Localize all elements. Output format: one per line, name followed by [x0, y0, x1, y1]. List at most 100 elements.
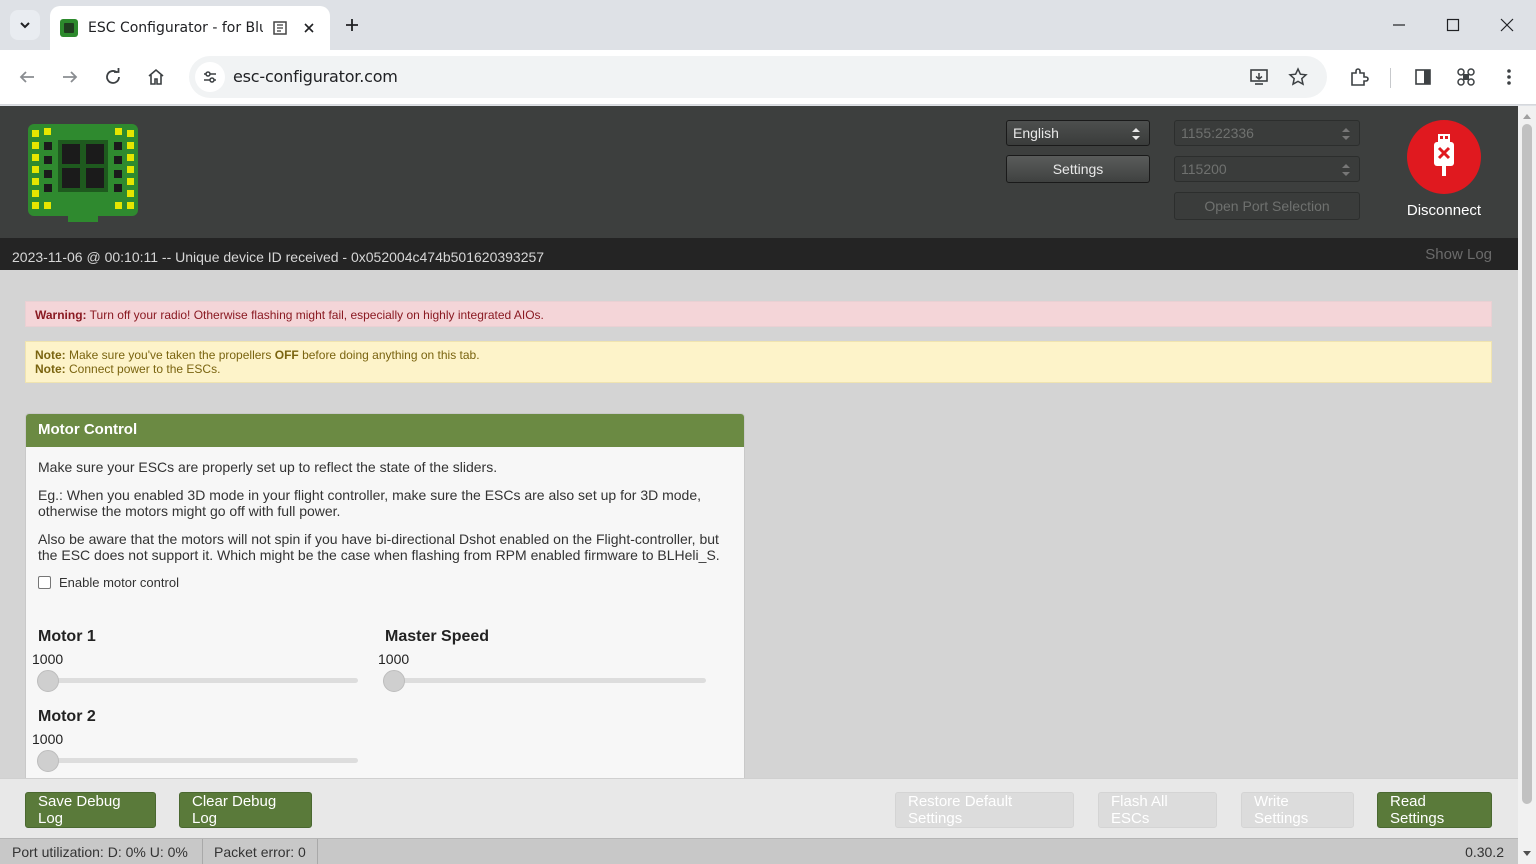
minimize-icon — [1393, 24, 1405, 26]
motor-info-1: Make sure your ESCs are properly set up … — [38, 459, 498, 475]
master-speed-label: Master Speed — [385, 628, 490, 645]
motor-control-panel: Motor Control Make sure your ESCs are pr… — [25, 413, 745, 793]
install-app-icon[interactable] — [1247, 65, 1271, 89]
disconnect-label: Disconnect — [1406, 202, 1482, 219]
note-label: Note: — [35, 348, 66, 362]
more-vertical-icon — [1507, 69, 1511, 85]
select-arrows-icon — [1132, 128, 1140, 140]
profile-button[interactable] — [1451, 62, 1481, 92]
port-value: 1155:22336 — [1181, 125, 1254, 141]
extensions-button[interactable] — [1344, 62, 1374, 92]
app-version: 0.30.2 — [1465, 844, 1504, 860]
motor-1-slider-handle[interactable] — [37, 670, 59, 692]
master-speed-slider-handle[interactable] — [383, 670, 405, 692]
port-select[interactable]: 1155:22336 — [1174, 120, 1360, 146]
scrollbar-thumb[interactable] — [1522, 124, 1532, 804]
enable-motor-control-checkbox[interactable] — [38, 576, 51, 589]
browser-tab[interactable]: ESC Configurator - for Blue — [50, 6, 330, 50]
arrow-right-icon — [63, 71, 78, 83]
browser-toolbar: esc-configurator.com — [0, 50, 1536, 105]
motor-2-slider-handle[interactable] — [37, 750, 59, 772]
note-emphasis: OFF — [274, 348, 299, 362]
close-window-button[interactable] — [1480, 0, 1534, 50]
enable-motor-control-label[interactable]: Enable motor control — [59, 575, 179, 590]
read-settings-button[interactable]: Read Settings — [1377, 792, 1492, 828]
address-bar[interactable]: esc-configurator.com — [189, 56, 1327, 98]
url-text[interactable]: esc-configurator.com — [233, 67, 398, 86]
last-log-message: 2023-11-06 @ 00:10:11 -- Unique device I… — [12, 249, 545, 265]
show-log-link[interactable]: Show Log — [1425, 246, 1492, 263]
write-settings-button[interactable]: Write Settings — [1241, 792, 1354, 828]
home-icon — [148, 68, 164, 85]
tab-close-icon[interactable] — [299, 18, 319, 38]
browser-menu-button[interactable] — [1494, 62, 1524, 92]
maximize-button[interactable] — [1426, 0, 1480, 50]
warning-label: Warning: — [35, 308, 87, 322]
select-arrows-icon — [1342, 164, 1350, 176]
tab-title: ESC Configurator - for Blue — [88, 20, 263, 36]
puzzle-icon — [1351, 68, 1369, 86]
note-line-1: Note: Make sure you've taken the propell… — [35, 348, 1482, 362]
maximize-icon — [1446, 18, 1460, 32]
disconnect-button[interactable] — [1407, 120, 1481, 194]
scroll-down-icon[interactable] — [1518, 846, 1536, 862]
toolbar-separator — [1390, 68, 1391, 88]
select-arrows-icon — [1342, 128, 1350, 140]
clear-debug-log-button[interactable]: Clear Debug Log — [179, 792, 312, 828]
enable-motor-control-row[interactable]: Enable motor control — [38, 575, 732, 590]
language-select[interactable]: English — [1006, 120, 1150, 146]
forward-button[interactable] — [55, 62, 85, 92]
usb-disconnect-icon — [1434, 134, 1454, 176]
site-settings-button[interactable] — [195, 62, 225, 92]
drone-icon — [1457, 68, 1475, 86]
arrow-left-icon — [19, 71, 34, 83]
tune-icon — [204, 71, 216, 83]
motor-info-3: Also be aware that the motors will not s… — [38, 531, 720, 563]
scroll-up-icon[interactable] — [1518, 108, 1536, 124]
flash-all-escs-button[interactable]: Flash All ESCs — [1098, 792, 1217, 828]
close-icon — [1500, 18, 1514, 32]
back-button[interactable] — [12, 62, 42, 92]
settings-button[interactable]: Settings — [1006, 155, 1150, 183]
action-bar: Save Debug Log Clear Debug Log Restore D… — [0, 778, 1518, 838]
status-separator — [317, 839, 318, 864]
esc-favicon-icon — [60, 19, 78, 37]
new-tab-button[interactable] — [338, 11, 366, 39]
tab-groups-icon[interactable] — [271, 19, 289, 37]
status-separator — [202, 839, 203, 864]
chevron-down-icon — [20, 22, 30, 29]
motor-control-title: Motor Control — [26, 414, 744, 447]
save-debug-log-button[interactable]: Save Debug Log — [25, 792, 156, 828]
restore-default-settings-button[interactable]: Restore Default Settings — [895, 792, 1074, 828]
status-bar: Port utilization: D: 0% U: 0% Packet err… — [0, 838, 1518, 864]
master-speed-slider[interactable] — [384, 678, 706, 683]
port-utilization: Port utilization: D: 0% U: 0% — [12, 844, 188, 860]
open-port-selection-button[interactable]: Open Port Selection — [1174, 192, 1360, 220]
plus-icon — [346, 19, 358, 31]
log-bar: 2023-11-06 @ 00:10:11 -- Unique device I… — [0, 238, 1518, 270]
reload-icon — [106, 68, 120, 84]
baud-select[interactable]: 115200 — [1174, 156, 1360, 182]
minimize-button[interactable] — [1372, 0, 1426, 50]
note-label: Note: — [35, 362, 66, 376]
warning-alert: Warning: Turn off your radio! Otherwise … — [25, 301, 1492, 327]
motor-2-label: Motor 2 — [38, 708, 96, 725]
side-panel-icon — [1415, 69, 1431, 85]
browser-tabstrip: ESC Configurator - for Blue — [0, 0, 1536, 50]
home-button[interactable] — [141, 62, 171, 92]
motor-2-slider[interactable] — [38, 758, 358, 763]
motor-control-body: Make sure your ESCs are properly set up … — [26, 447, 744, 602]
side-panel-button[interactable] — [1408, 62, 1438, 92]
baud-value: 115200 — [1181, 161, 1227, 177]
esc-logo-icon — [28, 124, 138, 222]
motor-1-slider[interactable] — [38, 678, 358, 683]
page-viewport: English Settings 1155:22336 115200 Open … — [0, 106, 1518, 864]
page-scrollbar[interactable] — [1518, 106, 1536, 864]
language-value: English — [1013, 125, 1059, 141]
bookmark-star-icon[interactable] — [1286, 65, 1310, 89]
reload-button[interactable] — [98, 62, 128, 92]
app-header: English Settings 1155:22336 115200 Open … — [0, 106, 1518, 238]
tab-search-button[interactable] — [10, 10, 40, 40]
note-alert: Note: Make sure you've taken the propell… — [25, 341, 1492, 383]
motor-2-value: 1000 — [32, 731, 64, 747]
